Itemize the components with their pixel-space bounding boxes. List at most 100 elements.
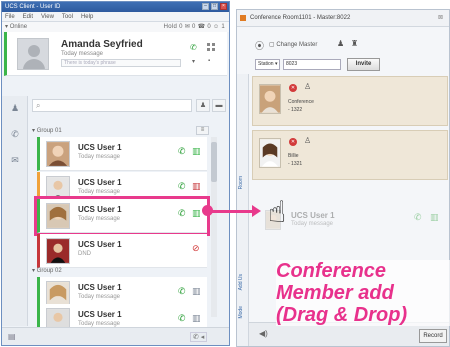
member-name: UCS User 1	[78, 283, 122, 292]
hand-cursor-icon: ☝	[268, 196, 287, 229]
contact-list-scrollbar[interactable]	[211, 137, 217, 317]
call-history-icon[interactable]: ✆	[9, 128, 21, 140]
annotation-line-2: Member add	[276, 282, 394, 304]
mute-icon[interactable]: ♙	[304, 136, 311, 145]
chat-icon[interactable]: ▥	[192, 208, 201, 219]
user-photo	[46, 141, 70, 167]
conference-titlebar: Conference Room1101 - Master:8022 ⊠	[237, 10, 449, 27]
conference-toolbar: ⦿ ▢ Change Master ♟ ♜	[237, 39, 449, 53]
drag-arrow-head	[252, 205, 261, 217]
today-message-input[interactable]: There is today's phrase	[61, 59, 181, 67]
mute-icon[interactable]: ♙	[304, 82, 311, 91]
list-item[interactable]: UCS User 1 Today message ✆ ▥	[37, 137, 207, 171]
my-profile: Amanda Seyfried Today message There is t…	[4, 32, 227, 76]
avatar[interactable]	[17, 38, 49, 70]
grid-icon[interactable]	[207, 43, 215, 51]
group-header-02[interactable]: ▾ Group 02	[32, 266, 62, 276]
member-name: UCS User 1	[78, 178, 122, 187]
volume-icon[interactable]: ◀)	[259, 329, 268, 338]
call-icon[interactable]: ✆	[178, 313, 186, 324]
search-input[interactable]: ⌕	[32, 99, 192, 112]
mode-tab[interactable]: Mode	[238, 306, 244, 319]
drag-arrow-line	[208, 210, 253, 213]
ghost-name: UCS User 1	[291, 211, 335, 220]
phone-icon[interactable]: ✆	[190, 43, 197, 52]
record-button[interactable]: Record	[419, 329, 447, 343]
member-name: UCS User 1	[78, 310, 122, 319]
call-forward-icon[interactable]: ✆	[178, 181, 186, 192]
list-item-selected[interactable]: UCS User 1 Today message ✆ ▥	[34, 196, 210, 236]
chat-icon[interactable]: ▥	[192, 146, 201, 157]
member-extension: - 1322	[288, 107, 303, 113]
hangup-icon[interactable]: ✕	[289, 138, 297, 146]
status-dropdown[interactable]: ▾ Online	[5, 24, 27, 30]
invite-button[interactable]: Invite	[347, 58, 380, 71]
record-toggle-icon[interactable]: ⦿	[255, 39, 264, 52]
contacts-icon[interactable]: ♟	[9, 102, 21, 114]
call-icon[interactable]: ✆	[178, 286, 186, 297]
ghost-call-icon: ✆	[414, 212, 422, 222]
call-icon[interactable]: ✆	[178, 146, 186, 157]
options-icon[interactable]: ▪	[208, 58, 210, 64]
list-item[interactable]: UCS User 1 DND ⊘	[37, 234, 207, 268]
maximize-button[interactable]: □	[211, 3, 218, 10]
conference-title: Conference Room1101 - Master:8022	[250, 15, 351, 21]
avatar-body	[23, 59, 45, 69]
conference-member[interactable]: ✕ ♙ Billie - 1321	[252, 130, 448, 180]
search-icon: ⌕	[36, 101, 41, 110]
chat-icon[interactable]: ▥	[192, 313, 201, 324]
list-menu-icon[interactable]: ≡	[196, 126, 209, 135]
member-message: DND	[78, 251, 91, 257]
chat-busy-icon[interactable]: ▥	[192, 181, 201, 192]
status-label: Online	[9, 24, 28, 30]
add-user-tab[interactable]: Add Us	[238, 274, 244, 290]
member-message: Today message	[78, 189, 121, 195]
group-icon[interactable]: ♜	[351, 39, 358, 48]
conference-close-icon[interactable]: ⊠	[438, 10, 443, 27]
annotation-line-3: (Drag & Drop)	[276, 304, 408, 326]
scrollbar-thumb[interactable]	[211, 142, 217, 182]
group-label: Group 01	[36, 128, 62, 134]
member-name: UCS User 1	[78, 240, 122, 249]
member-label: Billie	[288, 153, 299, 159]
member-name: UCS User 1	[78, 143, 122, 152]
annotation-line-1: Conference	[276, 260, 387, 282]
menu-view[interactable]: View	[41, 12, 54, 21]
client-bottom-bar: ▤ ✆ ◂	[2, 327, 229, 345]
change-master-button[interactable]: ▢ Change Master	[269, 41, 317, 48]
group-label: Group 02	[36, 268, 62, 274]
client-title: UCS Client - User ID	[5, 4, 61, 10]
conference-member[interactable]: ✕ ♙ Conference - 1322	[252, 76, 448, 126]
window-controls: – □ ×	[202, 3, 227, 10]
call-icon[interactable]: ✆	[178, 208, 186, 219]
do-not-disturb-icon: ⊘	[192, 243, 200, 253]
station-select[interactable]: Station ▾	[255, 59, 280, 70]
room-tab[interactable]: Room	[238, 176, 244, 189]
menu-edit[interactable]: Edit	[23, 12, 33, 21]
member-photo	[259, 84, 281, 114]
minimize-button[interactable]: –	[202, 3, 209, 10]
folder-button[interactable]: ▬	[212, 99, 226, 112]
menu-icon[interactable]: ▤	[8, 332, 16, 341]
chat-icon[interactable]: ✉	[9, 154, 21, 166]
member-message: Today message	[78, 154, 121, 160]
ucs-client-window: UCS Client - User ID – □ × File Edit Vie…	[1, 1, 230, 346]
hangup-icon[interactable]: ✕	[289, 84, 297, 92]
chat-icon[interactable]: ▥	[192, 286, 201, 297]
group-header-01[interactable]: ▾ Group 01	[32, 126, 62, 136]
extension-input[interactable]: 8023	[283, 59, 341, 70]
menu-tool[interactable]: Tool	[62, 12, 73, 21]
menu-help[interactable]: Help	[81, 12, 93, 21]
add-contact-button[interactable]: ♟	[196, 99, 210, 112]
avatar-head	[28, 45, 40, 57]
ghost-message: Today message	[291, 221, 334, 227]
expand-icon[interactable]: ▾	[192, 58, 195, 65]
dialpad-button[interactable]: ✆ ◂	[190, 332, 208, 342]
add-member-icon[interactable]: ♟	[337, 39, 344, 48]
member-message: Today message	[78, 216, 121, 222]
member-label: Conference	[288, 99, 314, 105]
change-master-label: Change Master	[276, 42, 318, 48]
member-message: Today message	[78, 294, 121, 300]
menu-file[interactable]: File	[5, 12, 15, 21]
close-button[interactable]: ×	[220, 3, 227, 10]
